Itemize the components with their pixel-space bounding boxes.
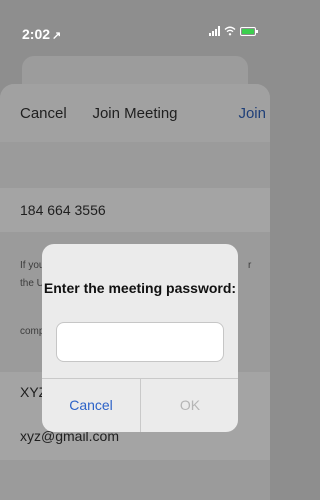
- battery-icon: [240, 26, 258, 36]
- signal-icon: [209, 26, 220, 36]
- join-button[interactable]: Join: [238, 105, 266, 122]
- status-bar: 2:02 ↗: [0, 0, 270, 44]
- password-input[interactable]: [56, 322, 224, 362]
- status-time-text: 2:02: [22, 26, 51, 42]
- dialog-title: Enter the meeting password:: [43, 280, 237, 296]
- status-icons: [209, 26, 258, 36]
- location-arrow-icon: ↗: [52, 30, 62, 42]
- note-line-1: If you: [20, 260, 45, 271]
- meeting-id-field[interactable]: 184 664 3556: [0, 188, 270, 232]
- dialog-ok-button[interactable]: OK: [141, 379, 238, 432]
- wifi-icon: [224, 26, 236, 36]
- note-line-1-end: r: [248, 260, 252, 271]
- password-dialog: Enter the meeting password: Cancel OK: [42, 244, 238, 432]
- meeting-id-value: 184 664 3556: [20, 202, 106, 218]
- status-time: 2:02 ↗: [22, 26, 61, 42]
- nav-bar: Cancel Join Meeting Join: [0, 84, 270, 142]
- page-title: Join Meeting: [92, 105, 178, 122]
- dialog-cancel-button[interactable]: Cancel: [42, 379, 140, 432]
